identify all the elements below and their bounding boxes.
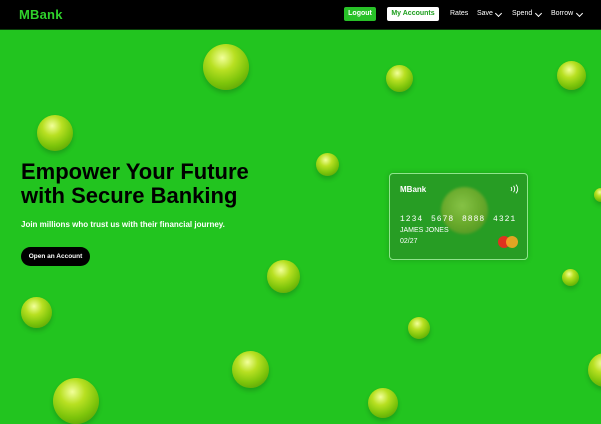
decorative-sphere <box>368 388 398 418</box>
decorative-sphere <box>21 297 52 328</box>
nav-link-rates[interactable]: Rates <box>450 10 468 17</box>
decorative-sphere <box>588 353 601 387</box>
decorative-sphere <box>562 269 579 286</box>
hero-headline: Empower Your Future with Secure Banking <box>21 160 321 208</box>
decorative-sphere <box>37 115 73 151</box>
decorative-sphere <box>594 188 601 202</box>
nav-link-borrow[interactable]: Borrow <box>551 10 573 17</box>
chevron-down-icon <box>494 9 503 18</box>
decorative-sphere <box>557 61 586 90</box>
card-number: 1234 5678 8888 4321 <box>400 215 517 224</box>
decorative-sphere <box>408 317 430 339</box>
my-accounts-button[interactable]: My Accounts <box>387 7 439 21</box>
card-expiry: 02/27 <box>400 238 418 245</box>
top-nav: MBank Logout My Accounts Rates Save Spen… <box>0 0 601 30</box>
brand-logo[interactable]: MBank <box>19 7 63 22</box>
mastercard-logo-icon <box>498 236 518 248</box>
hero-subtitle: Join millions who trust us with their fi… <box>21 220 225 229</box>
decorative-sphere <box>203 44 249 90</box>
logout-button[interactable]: Logout <box>344 7 376 21</box>
chevron-down-icon <box>575 9 584 18</box>
nav-link-spend[interactable]: Spend <box>512 10 532 17</box>
decorative-sphere <box>53 378 99 424</box>
contactless-icon <box>510 184 519 194</box>
credit-card: MBank 1234 5678 8888 4321 JAMES JONES 02… <box>389 173 528 260</box>
decorative-sphere <box>386 65 413 92</box>
nav-link-save[interactable]: Save <box>477 10 493 17</box>
decorative-sphere <box>232 351 269 388</box>
card-bank-name: MBank <box>400 185 427 194</box>
hero-headline-line2: with Secure Banking <box>21 183 238 208</box>
card-holder: JAMES JONES <box>400 227 449 234</box>
hero-headline-line1: Empower Your Future <box>21 159 249 184</box>
open-account-button[interactable]: Open an Account <box>21 247 90 266</box>
chevron-down-icon <box>534 9 543 18</box>
decorative-sphere <box>267 260 300 293</box>
